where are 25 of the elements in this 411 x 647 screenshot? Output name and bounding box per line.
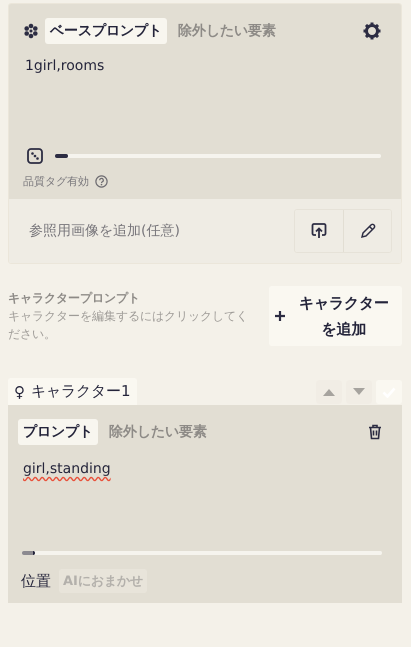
pencil-icon (360, 223, 376, 239)
dice-icon[interactable] (27, 148, 43, 164)
section-title: キャラクタープロンプト (8, 290, 141, 306)
caret-up-icon (323, 388, 335, 396)
prompt-text[interactable]: girl,standing (23, 461, 111, 551)
slider-fill[interactable] (55, 154, 68, 158)
position-label: 位置 (21, 572, 51, 590)
reference-image-label: 参照用画像を追加(任意) (29, 222, 181, 240)
prompt-tab[interactable]: ベースプロンプト (45, 18, 167, 44)
help-icon[interactable] (95, 175, 108, 188)
female-symbol: ♀ (14, 382, 25, 400)
prompt-text[interactable]: 1girl,rooms (25, 58, 381, 148)
prompt-tab[interactable]: プロンプト (18, 419, 98, 445)
trash-icon[interactable] (368, 424, 382, 440)
character-name: キャラクター1 (31, 382, 131, 401)
flower-icon (23, 23, 39, 39)
upload-icon (311, 223, 327, 239)
add-character-button[interactable]: キャラクターを追加 (269, 286, 402, 346)
quality-tags-label: 品質タグ有効 (23, 174, 89, 189)
plus-icon (274, 310, 286, 322)
settings-icon[interactable] (363, 22, 381, 40)
caret-down-icon (353, 388, 365, 396)
character-tab[interactable]: ♀ キャラクター1 (8, 378, 137, 405)
slider-fill[interactable] (22, 551, 35, 555)
section-hint: キャラクターを編集するにはクリックしてください。 (8, 308, 249, 342)
